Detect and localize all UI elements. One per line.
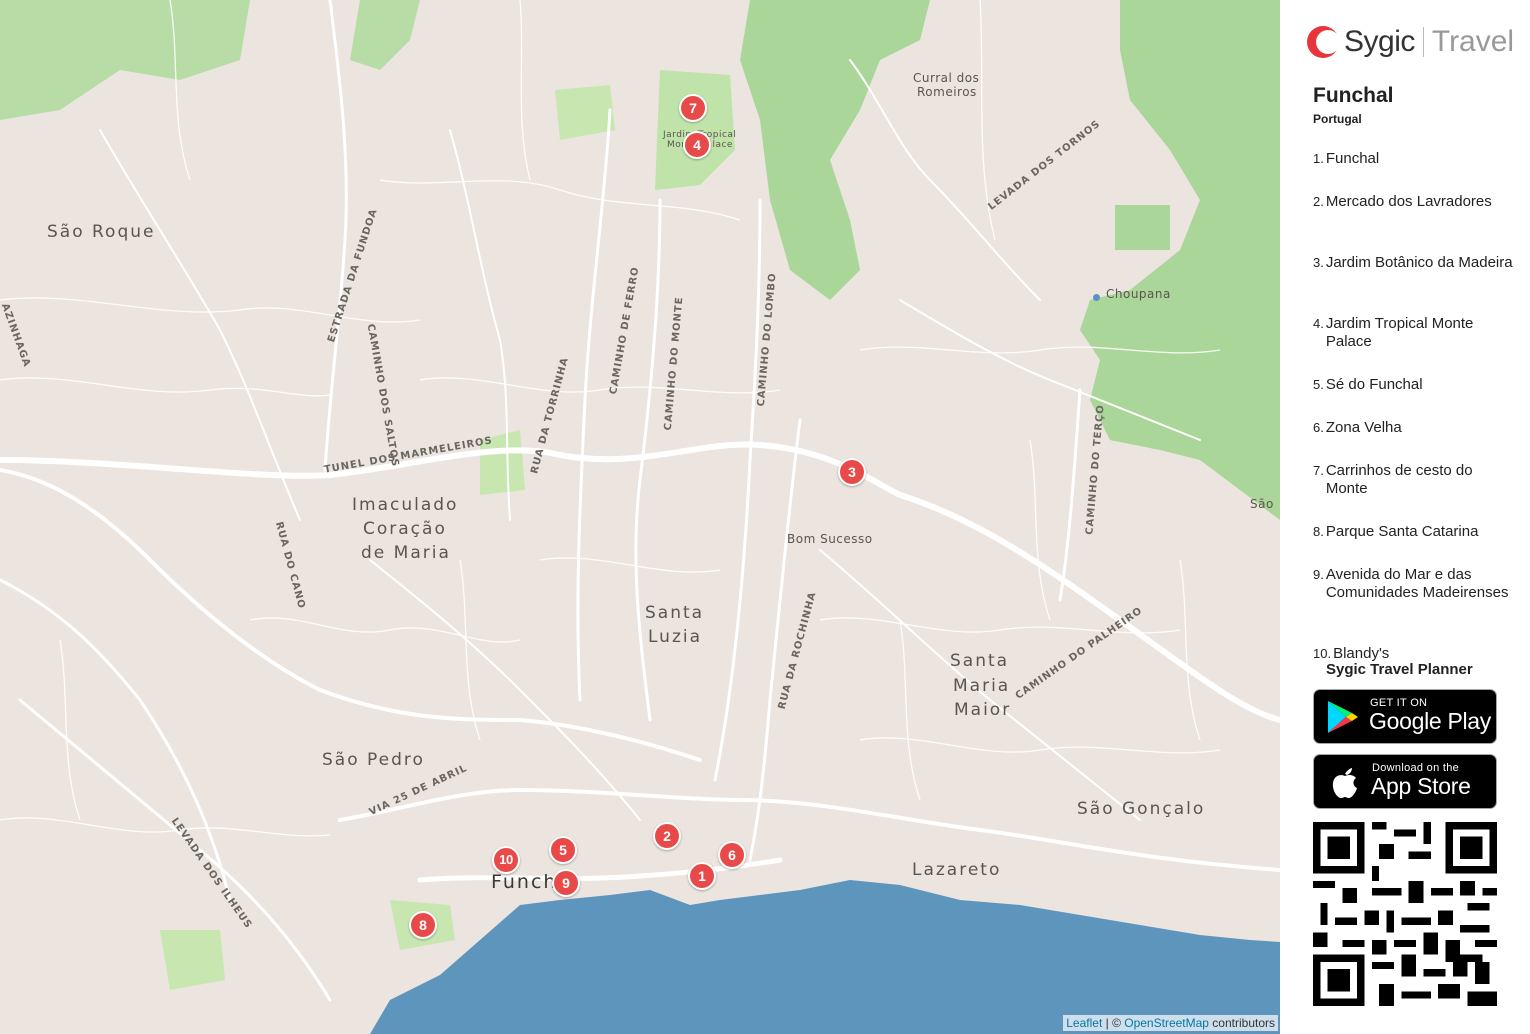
- app-store-button[interactable]: Download on the App Store: [1313, 754, 1497, 809]
- place-name: Jardim Botânico da Madeira: [1325, 254, 1513, 271]
- google-play-button[interactable]: GET IT ON Google Play: [1313, 689, 1497, 744]
- app-store-big-text: App Store: [1371, 773, 1471, 799]
- logo-divider: [1422, 27, 1424, 57]
- list-item[interactable]: 1. Funchal: [1313, 150, 1518, 193]
- place-number: 3.: [1313, 255, 1324, 270]
- city-title: Funchal: [1313, 84, 1394, 107]
- place-name: Funchal: [1325, 150, 1380, 167]
- list-item[interactable]: 4. Jardim Tropical Monte Palace: [1313, 315, 1518, 376]
- place-number: 5.: [1313, 377, 1324, 392]
- sygic-logo-icon: [1307, 26, 1340, 58]
- ocean: [370, 880, 1280, 1034]
- forest-east: [1080, 0, 1280, 520]
- product-name: Travel: [1431, 25, 1515, 58]
- list-item[interactable]: 8. Parque Santa Catarina: [1313, 523, 1518, 566]
- place-number: 7.: [1313, 463, 1324, 478]
- map-marker-8[interactable]: 8: [409, 911, 437, 939]
- map-marker-2[interactable]: 2: [653, 822, 681, 850]
- park-small-1: [555, 85, 615, 140]
- place-name: Mercado dos Lavradores: [1325, 193, 1492, 210]
- field-choupana: [1115, 205, 1170, 250]
- map-attribution: Leaflet | © OpenStreetMap contributors: [1063, 1015, 1278, 1031]
- attribution-separator: | ©: [1102, 1016, 1125, 1030]
- place-name: Jardim Tropical Monte Palace: [1325, 315, 1474, 350]
- map-marker-5[interactable]: 5: [549, 836, 577, 864]
- attribution-contributors: contributors: [1208, 1016, 1275, 1030]
- osm-link[interactable]: OpenStreetMap: [1124, 1016, 1209, 1030]
- place-name: Parque Santa Catarina: [1325, 523, 1479, 540]
- place-number: 2.: [1313, 194, 1324, 209]
- place-name: Zona Velha: [1325, 419, 1402, 436]
- forest-northwest: [0, 0, 250, 120]
- map-marker-6[interactable]: 6: [718, 841, 746, 869]
- map-marker-7[interactable]: 7: [679, 94, 707, 122]
- forest-north: [350, 0, 420, 70]
- place-number: 1.: [1313, 151, 1324, 166]
- map-marker-1[interactable]: 1: [688, 862, 716, 890]
- planner-heading: Sygic Travel Planner: [1326, 661, 1473, 678]
- sygic-travel-logo[interactable]: Sygic Travel: [1306, 22, 1514, 62]
- leaflet-link[interactable]: Leaflet: [1066, 1016, 1102, 1030]
- map-marker-4[interactable]: 4: [683, 131, 711, 159]
- brand-name: Sygic: [1344, 25, 1415, 58]
- list-item[interactable]: 7. Carrinhos de cesto do Monte: [1313, 462, 1518, 523]
- map-canvas[interactable]: São Roque Imaculado Coração de Maria San…: [0, 0, 1280, 1034]
- place-name: Avenida do Mar e das Comunidades Madeire…: [1325, 566, 1509, 601]
- map-marker-9[interactable]: 9: [552, 869, 580, 897]
- place-number: 8.: [1313, 524, 1324, 539]
- apple-icon: [1332, 768, 1357, 798]
- list-item[interactable]: 5. Sé do Funchal: [1313, 376, 1518, 419]
- forest-monte: [740, 0, 930, 300]
- map-marker-3[interactable]: 3: [838, 458, 866, 486]
- place-name: Sé do Funchal: [1325, 376, 1423, 393]
- list-item[interactable]: 3. Jardim Botânico da Madeira: [1313, 254, 1518, 315]
- qr-code-icon[interactable]: [1313, 822, 1497, 1006]
- park-monte-palace: [655, 70, 735, 190]
- google-play-icon: [1328, 701, 1358, 733]
- google-play-big-text: Google Play: [1369, 708, 1491, 734]
- park-small-3: [160, 930, 225, 990]
- place-number: 4.: [1313, 316, 1324, 331]
- place-name: Carrinhos de cesto do Monte: [1325, 462, 1473, 497]
- list-item[interactable]: 2. Mercado dos Lavradores: [1313, 193, 1518, 254]
- place-number: 9.: [1313, 567, 1324, 582]
- park-small-2: [480, 430, 525, 495]
- map-marker-10[interactable]: 10: [492, 846, 520, 874]
- list-item[interactable]: 6. Zona Velha: [1313, 419, 1518, 462]
- places-list: 1. Funchal 2. Mercado dos Lavradores 3. Jar…: [1313, 150, 1518, 688]
- country-label: Portugal: [1313, 112, 1362, 126]
- list-item[interactable]: 9. Avenida do Mar e das Comunidades Madei…: [1313, 566, 1518, 645]
- map-base-layer: [0, 0, 1280, 1034]
- place-number: 6.: [1313, 420, 1324, 435]
- sidebar: Sygic Travel Funchal Portugal 1. Funchal …: [1280, 0, 1530, 1034]
